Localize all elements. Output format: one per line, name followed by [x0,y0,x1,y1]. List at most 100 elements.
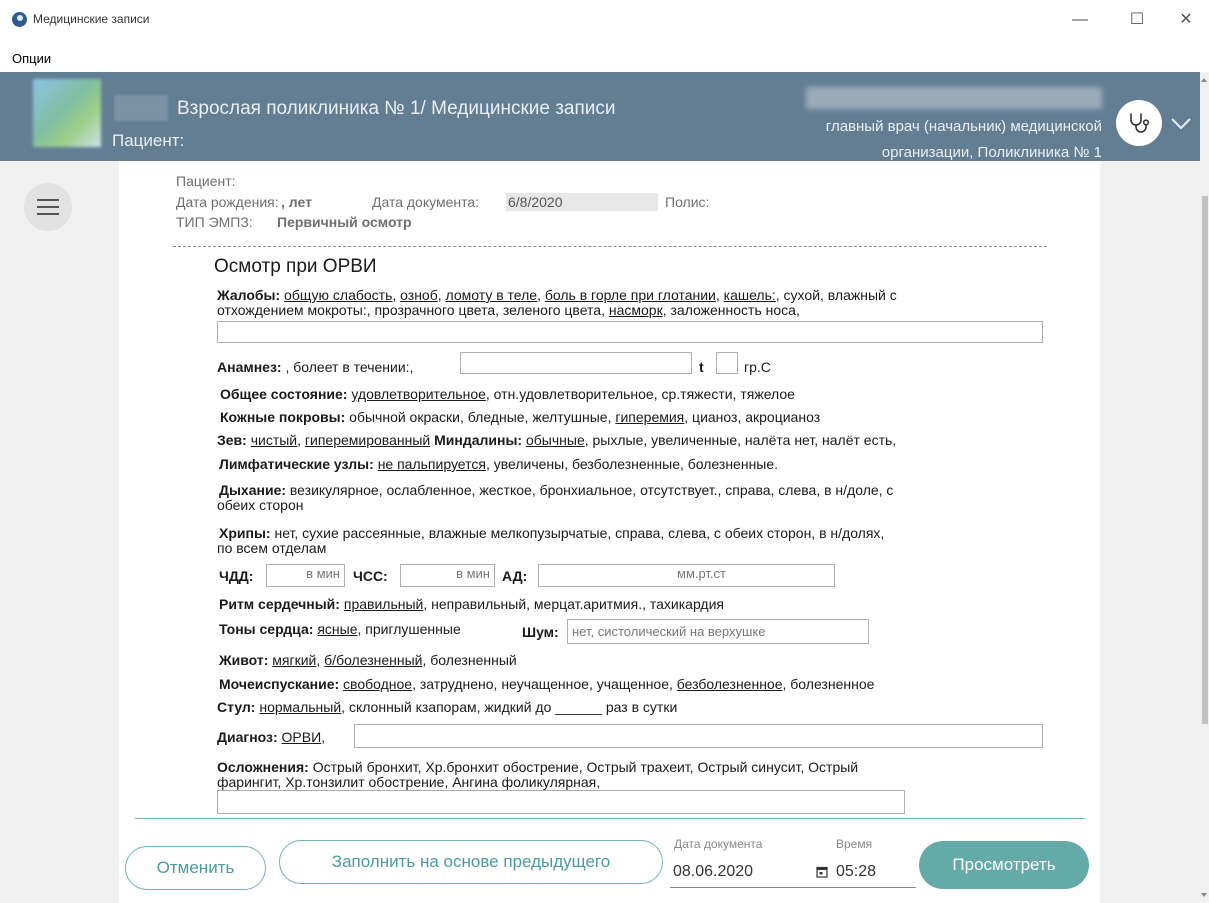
abdomen-options[interactable]: , болезненный [423,652,517,668]
throat-option[interactable]: гиперемированный [305,432,430,448]
skin-row: Кожные покровы: обычной окраски, бледные… [220,410,820,425]
diagnosis-label: Диагноз: [217,729,278,745]
anamnesis-input[interactable] [460,352,692,374]
rales-options-2[interactable]: по всем отделам [217,541,326,556]
noise-input[interactable]: нет, систолический на верхушке [567,619,869,644]
noise-label: Шум: [522,624,559,640]
urination-option[interactable]: безболезненное [677,676,783,692]
rhythm-option[interactable]: правильный [344,596,424,612]
complaints-label: Жалобы: [217,287,281,303]
skin-options[interactable]: обычной окраски, бледные, желтушные, [349,409,611,425]
complaint-option[interactable]: ломоту в теле [446,287,538,303]
complaint-option[interactable]: боль в горле при глотании [545,287,716,303]
time-label: Время [836,837,873,851]
emr-type-value: Первичный осмотр [277,214,412,230]
complaints-text[interactable]: отхождением мокроты:, прозрачного цвета,… [217,302,605,318]
clinic-title: Взрослая поликлиника № 1/ Медицинские за… [177,98,616,119]
doc-patient-label: Пациент: [176,173,236,189]
throat-option[interactable]: чистый [251,432,297,448]
temperature-label: t [699,359,704,375]
maximize-button[interactable]: ☐ [1117,6,1157,34]
lymph-options[interactable]: , увеличены, безболезненные, болезненные… [486,456,778,472]
complaint-option[interactable]: озноб [400,287,438,303]
complaints-text[interactable]: , сухой, влажный с [776,287,897,303]
emr-type-label: ТИП ЭМПЗ: [176,214,253,230]
user-avatar[interactable] [1116,100,1162,146]
scroll-up-arrow[interactable] [1201,78,1207,82]
anamnesis-text[interactable]: , болеет в течении:, [285,359,413,375]
tonsils-label: Миндалины: [434,432,523,448]
tones-option[interactable]: ясные [317,621,357,637]
tones-options[interactable]: , приглушенные [357,621,460,637]
urination-options[interactable]: , болезненное [783,676,875,692]
rales-options[interactable]: нет, сухие рассеянные, влажные мелкопузы… [274,525,884,541]
rr-input[interactable]: в мин [266,564,345,587]
abdomen-option[interactable]: мягкий [272,652,316,668]
doctor-name-redacted [806,87,1102,109]
close-button[interactable]: ✕ [1166,6,1206,34]
time-input[interactable]: 05:28 [836,863,876,881]
complaint-option[interactable]: насморк [609,302,663,318]
scroll-thumb[interactable] [1202,196,1208,724]
skin-option[interactable]: гиперемия [615,409,684,425]
bp-label: АД: [502,568,528,584]
tonsils-options[interactable]: , рыхлые, увеличенные, налёта нет, налёт… [585,432,896,448]
urination-row: Мочеиспускание: свободное, затруднено, н… [219,677,874,692]
fill-previous-button[interactable]: Заполнить на основе предыдущего [279,840,663,884]
complaint-option[interactable]: общую слабость [284,287,392,303]
scrollbar[interactable] [1200,72,1209,903]
scroll-down-arrow[interactable] [1201,893,1207,897]
doc-date-field[interactable]: 6/8/2020 [506,193,658,211]
diagnosis-input[interactable] [354,724,1043,748]
complaints-text[interactable]: , заложенность носа, [663,302,800,318]
abdomen-option[interactable]: б/болезненный [324,652,422,668]
breath-options[interactable]: везикулярное, ослабленное, жесткое, брон… [290,482,894,498]
rhythm-options[interactable]: , неправильный, мерцат.аритмия., тахикар… [423,596,724,612]
urination-label: Мочеиспускание: [219,676,340,692]
skin-label: Кожные покровы: [220,409,346,425]
complaints-input[interactable] [217,321,1043,343]
breath-options-2[interactable]: обеих сторон [217,498,304,513]
minimize-button[interactable]: — [1060,6,1100,34]
complaint-option[interactable]: кашель: [724,287,776,303]
breath-row: Дыхание: везикулярное, ослабленное, жест… [219,483,893,498]
stethoscope-icon [1130,113,1150,133]
app-window: Медицинские записи — ☐ ✕ Опции Взрослая … [0,0,1209,903]
skin-options[interactable]: , цианоз, акроцианоз [684,409,820,425]
complications-options[interactable]: Острый бронхит, Хр.бронхит обострение, О… [313,759,858,775]
bp-input[interactable]: мм.рт.ст [538,564,835,587]
urination-option[interactable]: свободное [343,676,412,692]
temperature-unit: гр.С [744,359,771,375]
rr-label: ЧДД: [219,568,254,584]
diagnosis-row: Диагноз: ОРВИ, [217,730,325,745]
date-input[interactable]: 08.06.2020 [673,863,753,881]
cancel-button[interactable]: Отменить [125,846,266,890]
general-state-option[interactable]: удовлетворительное [351,386,486,402]
complications-input[interactable] [217,790,905,814]
abdomen-label: Живот: [219,652,269,668]
complications-label: Осложнения: [217,759,309,775]
hr-input[interactable]: в мин [400,564,495,587]
hamburger-icon[interactable] [24,183,72,231]
lymph-option[interactable]: не пальпируется [378,456,486,472]
general-state-options[interactable]: , отн.удовлетворительное, ср.тяжести, тя… [486,386,795,402]
hr-label: ЧСС: [353,568,388,584]
complications-options-2[interactable]: фарингит, Хр.тонзилит обострение, Ангина… [217,775,600,790]
menu-options[interactable]: Опции [12,51,51,66]
view-button[interactable]: Просмотреть [919,841,1089,889]
temperature-input[interactable] [716,352,738,374]
complications-row: Осложнения: Острый бронхит, Хр.бронхит о… [217,760,858,775]
rales-label: Хрипы: [219,525,271,541]
birth-value: , лет [281,194,312,210]
diagnosis-option[interactable]: ОРВИ [282,729,322,745]
urination-options[interactable]: , затруднено, неучащенное, учащенное, [412,676,673,692]
app-icon [12,12,27,27]
throat-row: Зев: чистый, гиперемированный Миндалины:… [217,432,897,448]
complaints-row: Жалобы: общую слабость, озноб, ломоту в … [217,287,897,303]
calendar-icon[interactable] [816,866,828,878]
tonsils-option[interactable]: обычные [526,432,585,448]
stool-options[interactable]: , склонный кзапорам, жидкий до ______ ра… [341,699,677,715]
chevron-down-icon[interactable] [1168,110,1194,136]
stool-row: Стул: нормальный, склонный кзапорам, жид… [217,700,677,715]
stool-option[interactable]: нормальный [259,699,341,715]
